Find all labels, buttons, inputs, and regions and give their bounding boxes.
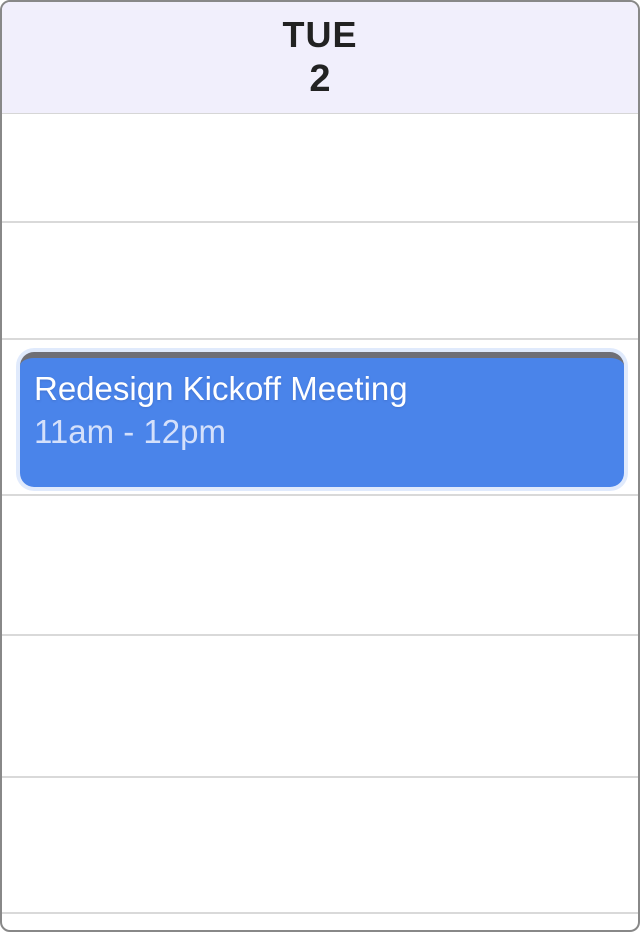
day-header: TUE 2 (2, 2, 638, 114)
hour-row[interactable] (2, 912, 638, 932)
event-title: Redesign Kickoff Meeting (34, 368, 610, 409)
calendar-day-view: TUE 2 Redesign Kickoff Meeting 11am - 12… (0, 0, 640, 932)
hour-row[interactable] (2, 776, 638, 911)
event-time: 11am - 12pm (34, 413, 610, 451)
hour-row[interactable] (2, 221, 638, 356)
time-grid[interactable]: Redesign Kickoff Meeting 11am - 12pm (2, 114, 638, 930)
calendar-event[interactable]: Redesign Kickoff Meeting 11am - 12pm (20, 352, 624, 487)
day-number: 2 (309, 58, 330, 101)
hour-row[interactable] (2, 634, 638, 769)
hour-row[interactable] (2, 494, 638, 629)
day-name: TUE (283, 14, 358, 56)
